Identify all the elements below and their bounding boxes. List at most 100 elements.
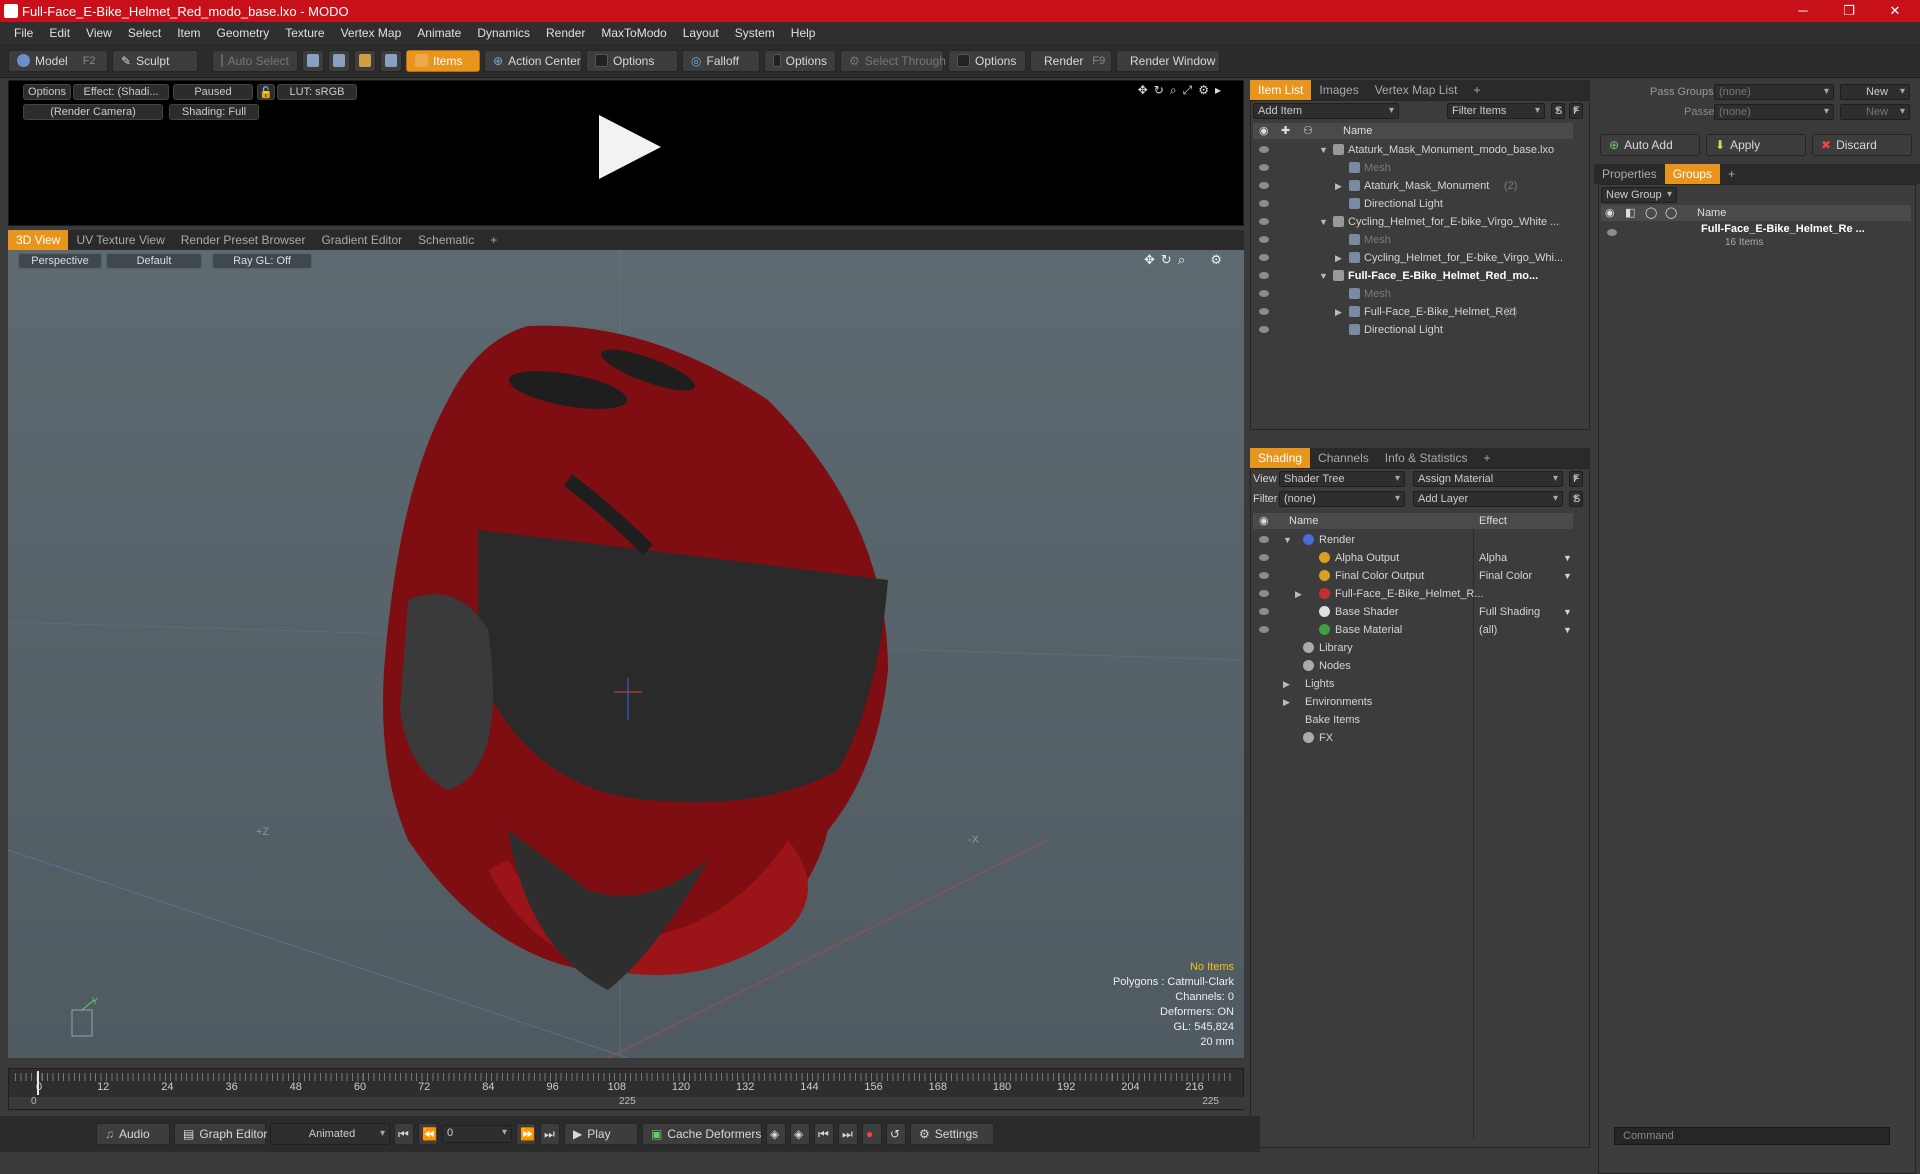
expand-arrow-icon[interactable]: ▼ — [1319, 271, 1328, 281]
items-mode-button[interactable]: Items — [406, 49, 480, 72]
shading-tab-2[interactable]: Info & Statistics — [1377, 448, 1476, 468]
item-list-tab-3[interactable]: + — [1465, 80, 1488, 100]
preview-shading-dropdown[interactable]: Shading: Full — [169, 104, 259, 120]
assign-material-button[interactable]: Assign Material — [1413, 471, 1563, 487]
shader-row[interactable]: Bake Items — [1253, 711, 1573, 729]
item-row[interactable]: Directional Light — [1253, 321, 1573, 339]
new-group-button[interactable]: New Group — [1601, 187, 1677, 203]
item-list-tab-0[interactable]: Item List — [1250, 80, 1312, 100]
prev-frame-button[interactable]: ⏪ — [418, 1123, 438, 1145]
zoom-icon[interactable]: ⌕ — [1170, 83, 1183, 97]
maximize-button[interactable]: ❐ — [1826, 0, 1872, 22]
expand-arrow-icon[interactable]: ▶ — [1283, 697, 1290, 708]
item-row[interactable]: ▶ Full-Face_E-Bike_Helmet_Red (2) — [1253, 303, 1573, 321]
close-button[interactable]: ✕ — [1872, 0, 1918, 22]
auto-add-button[interactable]: ⊕ Auto Add — [1600, 134, 1700, 156]
item-list-tab-1[interactable]: Images — [1311, 80, 1366, 100]
expand-arrow-icon[interactable]: ▼ — [1319, 217, 1328, 227]
new-pass-button[interactable]: New — [1840, 104, 1910, 120]
menu-system[interactable]: System — [727, 26, 783, 40]
model-mode-button[interactable]: Model F2 — [8, 49, 108, 72]
shading-tab-0[interactable]: Shading — [1250, 448, 1311, 468]
render-preview[interactable]: Options Effect: (Shadi... Paused 🔓 LUT: … — [8, 80, 1244, 226]
materials-mode-button[interactable] — [380, 49, 402, 72]
expand-arrow-icon[interactable]: ▶ — [1283, 679, 1290, 690]
filter-dropdown[interactable]: (none) — [1279, 491, 1405, 507]
passes-dropdown[interactable]: (none) — [1714, 104, 1834, 120]
viewport-tab-3[interactable]: Gradient Editor — [313, 230, 410, 250]
item-row[interactable]: ▼ Full-Face_E-Bike_Helmet_Red_mo... — [1253, 267, 1573, 285]
record-button[interactable]: ● — [862, 1123, 882, 1145]
item-list-tab-2[interactable]: Vertex Map List — [1367, 80, 1466, 100]
falloff-options-button[interactable]: Options — [764, 49, 836, 72]
eye-icon[interactable] — [1259, 554, 1269, 561]
eye-icon[interactable] — [1259, 182, 1269, 189]
shader-effect[interactable]: Full Shading — [1479, 606, 1540, 618]
select-through-button[interactable]: ⚙ Select Through — [840, 49, 946, 72]
item-row[interactable]: Mesh — [1253, 231, 1573, 249]
item-list-s-button[interactable]: S — [1551, 103, 1565, 119]
play-button[interactable]: ▶ Play — [564, 1123, 638, 1145]
menu-edit[interactable]: Edit — [41, 26, 78, 40]
shader-effect[interactable]: Final Color — [1479, 570, 1532, 582]
next-frame-button[interactable]: ⏩ — [516, 1123, 536, 1145]
preview-paused-button[interactable]: Paused — [173, 84, 253, 100]
discard-button[interactable]: ✖ Discard — [1812, 134, 1912, 156]
action-center-button[interactable]: ⊕ Action Center — [484, 49, 582, 72]
item-row[interactable]: Directional Light — [1253, 195, 1573, 213]
new-pass-group-button[interactable]: New — [1840, 84, 1910, 100]
edges-mode-button[interactable] — [328, 49, 350, 72]
go-start-button[interactable]: ⏮ — [394, 1123, 414, 1145]
key-tool-button[interactable]: ◈ — [766, 1123, 786, 1145]
shader-row[interactable]: Base Material (all) ▼ — [1253, 621, 1573, 639]
eye-icon[interactable] — [1259, 218, 1269, 225]
preview-camera-dropdown[interactable]: (Render Camera) — [23, 104, 163, 120]
shading-tab-1[interactable]: Channels — [1310, 448, 1377, 468]
next-key-button[interactable]: ⏭ — [838, 1123, 858, 1145]
menu-help[interactable]: Help — [783, 26, 824, 40]
menu-select[interactable]: Select — [120, 26, 169, 40]
expand-arrow-icon[interactable]: ▶ — [1335, 253, 1342, 264]
animated-dropdown[interactable]: Animated — [270, 1123, 390, 1145]
eye-icon[interactable] — [1259, 572, 1269, 579]
eye-icon[interactable] — [1259, 236, 1269, 243]
playhead[interactable] — [37, 1071, 39, 1095]
menu-layout[interactable]: Layout — [675, 26, 727, 40]
eye-icon[interactable] — [1259, 608, 1269, 615]
render-button[interactable]: Render F9 — [1030, 49, 1112, 72]
item-row[interactable]: ▼ Ataturk_Mask_Monument_modo_base.lxo — [1253, 141, 1573, 159]
action-center-options-button[interactable]: Options — [586, 49, 678, 72]
eye-icon[interactable] — [1259, 290, 1269, 297]
shader-row[interactable]: Library — [1253, 639, 1573, 657]
shader-row[interactable]: ▼ Render — [1253, 531, 1573, 549]
eye-icon[interactable] — [1259, 536, 1269, 543]
vertices-mode-button[interactable] — [302, 49, 324, 72]
chevron-down-icon[interactable]: ▼ — [1563, 571, 1572, 581]
item-list-f-button[interactable]: F — [1569, 103, 1583, 119]
groups-tab-2[interactable]: + — [1720, 164, 1743, 184]
chevron-down-icon[interactable]: ▼ — [1563, 607, 1572, 617]
preview-lut-dropdown[interactable]: LUT: sRGB — [277, 84, 357, 100]
maximize-icon[interactable]: ⤢ — [1183, 83, 1199, 97]
shading-s-button[interactable]: S — [1569, 491, 1583, 507]
cache-deformers-button[interactable]: ▣ Cache Deformers — [642, 1123, 762, 1145]
render-window-button[interactable]: Render Window — [1116, 49, 1220, 72]
menu-animate[interactable]: Animate — [409, 26, 469, 40]
move-icon[interactable]: ✥ — [1138, 83, 1154, 97]
falloff-button[interactable]: ◎ Falloff — [682, 49, 760, 72]
shader-row[interactable]: FX — [1253, 729, 1573, 747]
play-icon[interactable] — [599, 115, 661, 179]
select-through-options-button[interactable]: Options — [948, 49, 1026, 72]
eye-icon[interactable] — [1259, 254, 1269, 261]
arrow-right-icon[interactable]: ▸ — [1215, 83, 1227, 97]
shader-row[interactable]: Nodes — [1253, 657, 1573, 675]
chevron-down-icon[interactable]: ▼ — [1563, 553, 1572, 563]
shader-row[interactable]: ▶ Environments — [1253, 693, 1573, 711]
menu-item[interactable]: Item — [169, 26, 208, 40]
apply-button[interactable]: ⬇ Apply — [1706, 134, 1806, 156]
eye-icon[interactable] — [1259, 200, 1269, 207]
autokey-button[interactable]: ◈ — [790, 1123, 810, 1145]
menu-vertex-map[interactable]: Vertex Map — [333, 26, 410, 40]
settings-button[interactable]: ⚙ Settings — [910, 1123, 994, 1145]
gear-icon[interactable]: ⚙ — [1198, 83, 1215, 97]
